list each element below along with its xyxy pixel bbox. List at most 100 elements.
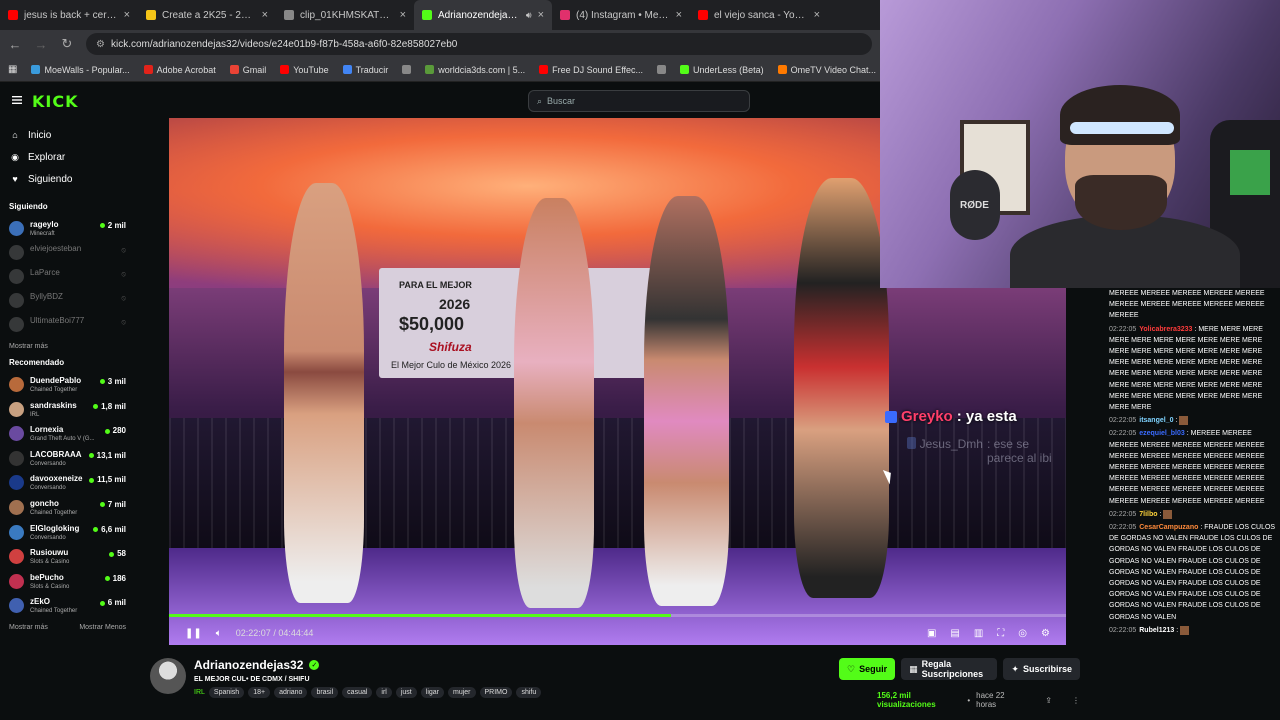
- gift-icon: ▦: [909, 663, 918, 674]
- bookmarks-bar: ▦ MoeWalls - Popular... Adobe Acrobat Gmai…: [0, 58, 880, 82]
- follow-button[interactable]: ♡ Seguir: [839, 658, 896, 680]
- tab-close-icon[interactable]: ×: [400, 9, 406, 21]
- bookmark-item[interactable]: OmeTV Video Chat...: [777, 65, 876, 75]
- chat-username[interactable]: 7lilbo: [1139, 511, 1157, 518]
- nav-inicio[interactable]: ⌂ Inicio: [0, 124, 136, 146]
- sidebar-channel[interactable]: bePucho Slots & Casino 186: [0, 571, 136, 596]
- sidebar-channel[interactable]: davooxeneize Conversando 11,5 mil: [0, 472, 136, 497]
- bookmark-favicon-icon: [31, 65, 41, 74]
- gift-subs-button[interactable]: ▦ Regala Suscripciones: [901, 658, 998, 680]
- bookmark-item[interactable]: MoeWalls - Popular...: [31, 65, 130, 75]
- sidebar-channel[interactable]: zEkO Chained Together 6 mil: [0, 595, 136, 620]
- bookmark-item[interactable]: YouTube: [280, 65, 329, 75]
- subscribe-button[interactable]: ✦ Suscribirse: [1003, 658, 1080, 680]
- menu-icon[interactable]: [12, 95, 22, 105]
- show-less-recommended[interactable]: Mostrar Menos: [79, 624, 126, 631]
- tab-close-icon[interactable]: ×: [676, 9, 682, 21]
- tag-chip[interactable]: irl: [376, 687, 392, 698]
- video-progress-bar[interactable]: [169, 614, 1066, 617]
- fullscreen-icon[interactable]: ⛶: [997, 628, 1004, 639]
- chat-username[interactable]: CesarCampuzano: [1139, 524, 1198, 531]
- channel-name[interactable]: Adrianozendejas32 ✓: [194, 658, 320, 672]
- sidebar-channel[interactable]: DuendePablo Chained Together 3 mil: [0, 374, 136, 399]
- browser-tab[interactable]: (4) Instagram • Mensajes ×: [552, 0, 690, 30]
- url-field[interactable]: ⚙ kick.com/adrianozendejas32/videos/e24e…: [86, 33, 872, 55]
- bookmark-item[interactable]: worldcia3ds.com | 5...: [425, 65, 525, 75]
- tag-chip[interactable]: PRIMO: [479, 687, 513, 698]
- back-icon[interactable]: ←: [8, 37, 22, 52]
- chat-username[interactable]: ezequiel_bl03: [1139, 430, 1185, 437]
- apps-grid-icon[interactable]: ▦: [8, 64, 17, 75]
- tab-close-icon[interactable]: ×: [262, 9, 268, 21]
- pause-icon[interactable]: ❚❚: [185, 628, 202, 639]
- channel-avatar: [9, 475, 24, 491]
- banner-line4: Shifuza: [429, 340, 472, 354]
- tag-chip[interactable]: mujer: [448, 687, 476, 698]
- tab-close-icon[interactable]: ×: [538, 9, 544, 21]
- banner-line3: $50,000: [399, 314, 465, 334]
- show-more-recommended[interactable]: Mostrar más: [9, 624, 48, 631]
- reload-icon[interactable]: ↻: [60, 36, 74, 52]
- tab-close-icon[interactable]: ×: [124, 9, 130, 21]
- compass-icon: ◉: [11, 151, 19, 162]
- sidebar-channel[interactable]: rageylo Minecraft 2 mil: [0, 218, 136, 242]
- bookmark-item[interactable]: [657, 65, 667, 74]
- browser-tab[interactable]: jesus is back + cero - You ×: [0, 0, 138, 30]
- channel-avatar[interactable]: [150, 658, 186, 694]
- bookmark-item[interactable]: Free DJ Sound Effec...: [539, 65, 643, 75]
- channel-avatar: [9, 269, 24, 284]
- share-icon[interactable]: ⇪: [1045, 696, 1052, 705]
- sidebar-channel[interactable]: Lornexia Grand Theft Auto V (G... 280: [0, 423, 136, 448]
- tab-close-icon[interactable]: ×: [814, 9, 820, 21]
- bookmark-item[interactable]: Adobe Acrobat: [143, 65, 216, 75]
- bookmark-item[interactable]: Traducir: [342, 65, 388, 75]
- viewer-count: 11,5 mil: [89, 475, 126, 484]
- tag-chip[interactable]: Spanish: [208, 687, 245, 698]
- tag-chip[interactable]: casual: [342, 687, 373, 698]
- viewer-count: 186: [105, 574, 126, 583]
- sidebar-channel[interactable]: ElGlogloking Conversando 6,6 mil: [0, 522, 136, 547]
- sidebar-channel[interactable]: LACOBRAAA Conversando 13,1 mil: [0, 448, 136, 473]
- category-link[interactable]: IRL: [194, 687, 205, 698]
- bookmark-item[interactable]: Gmail: [229, 65, 266, 75]
- speed-icon[interactable]: ◎: [1018, 628, 1027, 639]
- mini-player-icon[interactable]: ▥: [974, 628, 983, 639]
- volume-icon[interactable]: 🔈︎: [216, 628, 222, 639]
- settings-icon[interactable]: ⚙: [1041, 628, 1050, 639]
- bookmark-item[interactable]: UnderLess (Beta): [680, 65, 764, 75]
- video-progress-fill: [169, 614, 672, 617]
- browser-tab[interactable]: clip_01KHMSKATMVBRN ×: [276, 0, 414, 30]
- sidebar-channel[interactable]: elviejoesteban ⦸: [0, 242, 136, 266]
- sidebar-channel[interactable]: UltimateBoi777 ⦸: [0, 314, 136, 338]
- tag-chip[interactable]: brasil: [311, 687, 339, 698]
- more-options-icon[interactable]: ⋮: [1072, 696, 1080, 705]
- subscribe-label: Suscribirse: [1022, 664, 1072, 674]
- chat-username[interactable]: itsangel_0: [1139, 417, 1173, 424]
- browser-tab[interactable]: Create a 2K25 - 2K26 UD ×: [138, 0, 276, 30]
- browser-tab[interactable]: Adrianozendejas32 - 🔊︎ ×: [414, 0, 552, 30]
- sidebar-channel[interactable]: ByllyBDZ ⦸: [0, 290, 136, 314]
- search-input[interactable]: ⌕ Buscar: [528, 90, 750, 112]
- tag-chip[interactable]: just: [395, 687, 417, 698]
- bookmark-item[interactable]: [402, 65, 412, 74]
- nav-siguiendo[interactable]: ♥ Siguiendo: [0, 168, 136, 190]
- tag-chip[interactable]: adriano: [274, 687, 308, 698]
- tag-chip[interactable]: ligar: [420, 687, 444, 698]
- kick-logo[interactable]: KICK: [32, 92, 79, 111]
- sidebar-channel[interactable]: goncho Chained Together 7 mil: [0, 497, 136, 522]
- sidebar-channel[interactable]: sandraskins IRL 1,8 mil: [0, 399, 136, 424]
- chat-username[interactable]: Rubel1213: [1139, 627, 1174, 634]
- tab-audio-icon[interactable]: 🔊︎: [526, 10, 532, 21]
- nav-explorar[interactable]: ◉ Explorar: [0, 146, 136, 168]
- chat-username[interactable]: Yolicabrera3233: [1139, 326, 1192, 333]
- tag-chip[interactable]: shifu: [516, 687, 542, 698]
- forward-icon[interactable]: →: [34, 37, 48, 52]
- browser-tab[interactable]: el viejo sanca - YouTube ×: [690, 0, 828, 30]
- tag-chip[interactable]: 18+: [248, 687, 271, 698]
- site-info-icon[interactable]: ⚙: [96, 39, 105, 50]
- show-more-following[interactable]: Mostrar más: [0, 338, 136, 354]
- clip-icon[interactable]: ▣: [927, 628, 936, 639]
- sidebar-channel[interactable]: Rusiouwu Slots & Casino 58: [0, 546, 136, 571]
- sidebar-channel[interactable]: LaParce ⦸: [0, 266, 136, 290]
- theater-mode-icon[interactable]: ▤: [950, 628, 959, 639]
